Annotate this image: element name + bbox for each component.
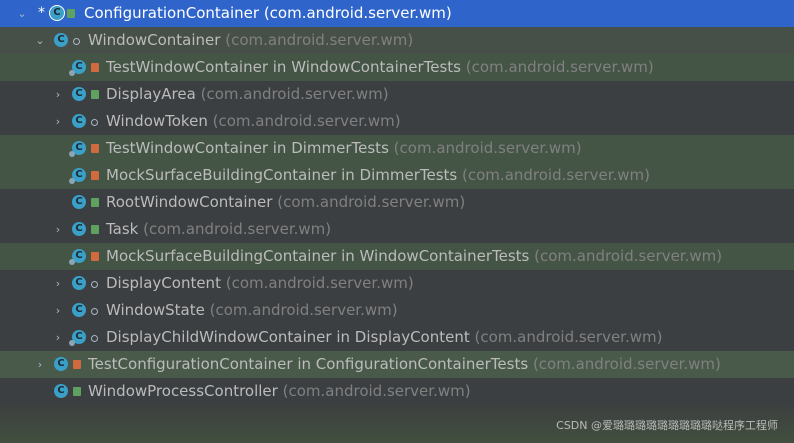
star-icon: * xyxy=(38,5,45,21)
tree-row-window-token[interactable]: › C WindowToken (com.android.server.wm) xyxy=(0,108,794,135)
class-icon: C xyxy=(72,195,86,209)
class-icon: C xyxy=(72,303,86,317)
class-icon: C xyxy=(54,357,68,371)
tree-row-label: ConfigurationContainer (com.android.serv… xyxy=(84,4,452,22)
package-visibility-icon xyxy=(73,38,80,45)
package-visibility-icon xyxy=(91,119,98,126)
tree-row-label: TestWindowContainer in DimmerTests (com.… xyxy=(106,139,582,157)
tree-row-label: Task (com.android.server.wm) xyxy=(106,220,332,238)
public-visibility-icon xyxy=(91,198,99,207)
private-visibility-icon xyxy=(91,63,99,72)
chevron-right-icon[interactable]: › xyxy=(52,270,64,297)
tree-row-display-child-window-container[interactable]: › C DisplayChildWindowContainer in Displ… xyxy=(0,324,794,351)
tree-row-root-window-container[interactable]: C RootWindowContainer (com.android.serve… xyxy=(0,189,794,216)
test-class-icon: C xyxy=(69,249,86,265)
tree-row-test-window-container[interactable]: C TestWindowContainer in WindowContainer… xyxy=(0,54,794,81)
test-class-icon: C xyxy=(69,60,86,76)
tree-row-label: MockSurfaceBuildingContainer in DimmerTe… xyxy=(106,166,650,184)
chevron-right-icon[interactable]: › xyxy=(52,108,64,135)
test-class-icon: C xyxy=(69,168,86,184)
chevron-down-icon[interactable]: ⌄ xyxy=(34,27,46,54)
test-class-icon: C xyxy=(69,141,86,157)
tree-row-label: WindowProcessController (com.android.ser… xyxy=(88,382,471,400)
test-class-icon: C xyxy=(69,330,86,346)
tree-row-display-content[interactable]: › C DisplayContent (com.android.server.w… xyxy=(0,270,794,297)
class-icon: C xyxy=(72,276,86,290)
tree-row-label: DisplayChildWindowContainer in DisplayCo… xyxy=(106,328,663,346)
tree-row-mock-surface-building-container-dimmer[interactable]: C MockSurfaceBuildingContainer in Dimmer… xyxy=(0,162,794,189)
tree-row-configuration-container[interactable]: ⌄ * C ConfigurationContainer (com.androi… xyxy=(0,0,794,27)
public-visibility-icon xyxy=(67,9,75,18)
tree-row-test-window-container-dimmer[interactable]: C TestWindowContainer in DimmerTests (co… xyxy=(0,135,794,162)
tree-row-window-process-controller[interactable]: C WindowProcessController (com.android.s… xyxy=(0,378,794,405)
tree-row-label: RootWindowContainer (com.android.server.… xyxy=(106,193,466,211)
tree-row-test-configuration-container[interactable]: › C TestConfigurationContainer in Config… xyxy=(0,351,794,378)
tree-row-label: MockSurfaceBuildingContainer in WindowCo… xyxy=(106,247,723,265)
private-visibility-icon xyxy=(91,252,99,261)
tree-row-window-state[interactable]: › C WindowState (com.android.server.wm) xyxy=(0,297,794,324)
private-visibility-icon xyxy=(91,144,99,153)
class-icon: C xyxy=(54,384,68,398)
chevron-right-icon[interactable]: › xyxy=(34,351,46,378)
tree-row-mock-surface-building-container-wct[interactable]: C MockSurfaceBuildingContainer in Window… xyxy=(0,243,794,270)
package-visibility-icon xyxy=(91,308,98,315)
private-visibility-icon xyxy=(73,360,81,369)
class-icon: C xyxy=(72,87,86,101)
private-visibility-icon xyxy=(91,171,99,180)
tree-row-label: TestConfigurationContainer in Configurat… xyxy=(88,355,721,373)
class-icon: C xyxy=(72,114,86,128)
package-visibility-icon xyxy=(91,335,98,342)
chevron-right-icon[interactable]: › xyxy=(52,81,64,108)
chevron-right-icon[interactable]: › xyxy=(52,324,64,351)
public-visibility-icon xyxy=(73,387,81,396)
type-hierarchy-tree: ⌄ * C ConfigurationContainer (com.androi… xyxy=(0,0,794,405)
public-visibility-icon xyxy=(91,90,99,99)
chevron-down-icon[interactable]: ⌄ xyxy=(16,0,28,27)
tree-row-label: WindowContainer (com.android.server.wm) xyxy=(88,31,414,49)
tree-row-label: DisplayArea (com.android.server.wm) xyxy=(106,85,389,103)
chevron-right-icon[interactable]: › xyxy=(52,297,64,324)
tree-row-label: WindowToken (com.android.server.wm) xyxy=(106,112,401,130)
public-visibility-icon xyxy=(91,225,99,234)
class-icon: C xyxy=(72,222,86,236)
tree-row-label: TestWindowContainer in WindowContainerTe… xyxy=(106,58,654,76)
tree-row-task[interactable]: › C Task (com.android.server.wm) xyxy=(0,216,794,243)
class-icon: C xyxy=(54,33,68,47)
tree-row-label: WindowState (com.android.server.wm) xyxy=(106,301,398,319)
class-icon: C xyxy=(50,6,64,20)
tree-row-window-container[interactable]: ⌄ C WindowContainer (com.android.server.… xyxy=(0,27,794,54)
watermark: CSDN @爱璐璐璐璐璐璐璐璐璐哒程序工程师 xyxy=(556,419,778,432)
chevron-right-icon[interactable]: › xyxy=(52,216,64,243)
package-visibility-icon xyxy=(91,281,98,288)
tree-row-label: DisplayContent (com.android.server.wm) xyxy=(106,274,414,292)
tree-row-display-area[interactable]: › C DisplayArea (com.android.server.wm) xyxy=(0,81,794,108)
